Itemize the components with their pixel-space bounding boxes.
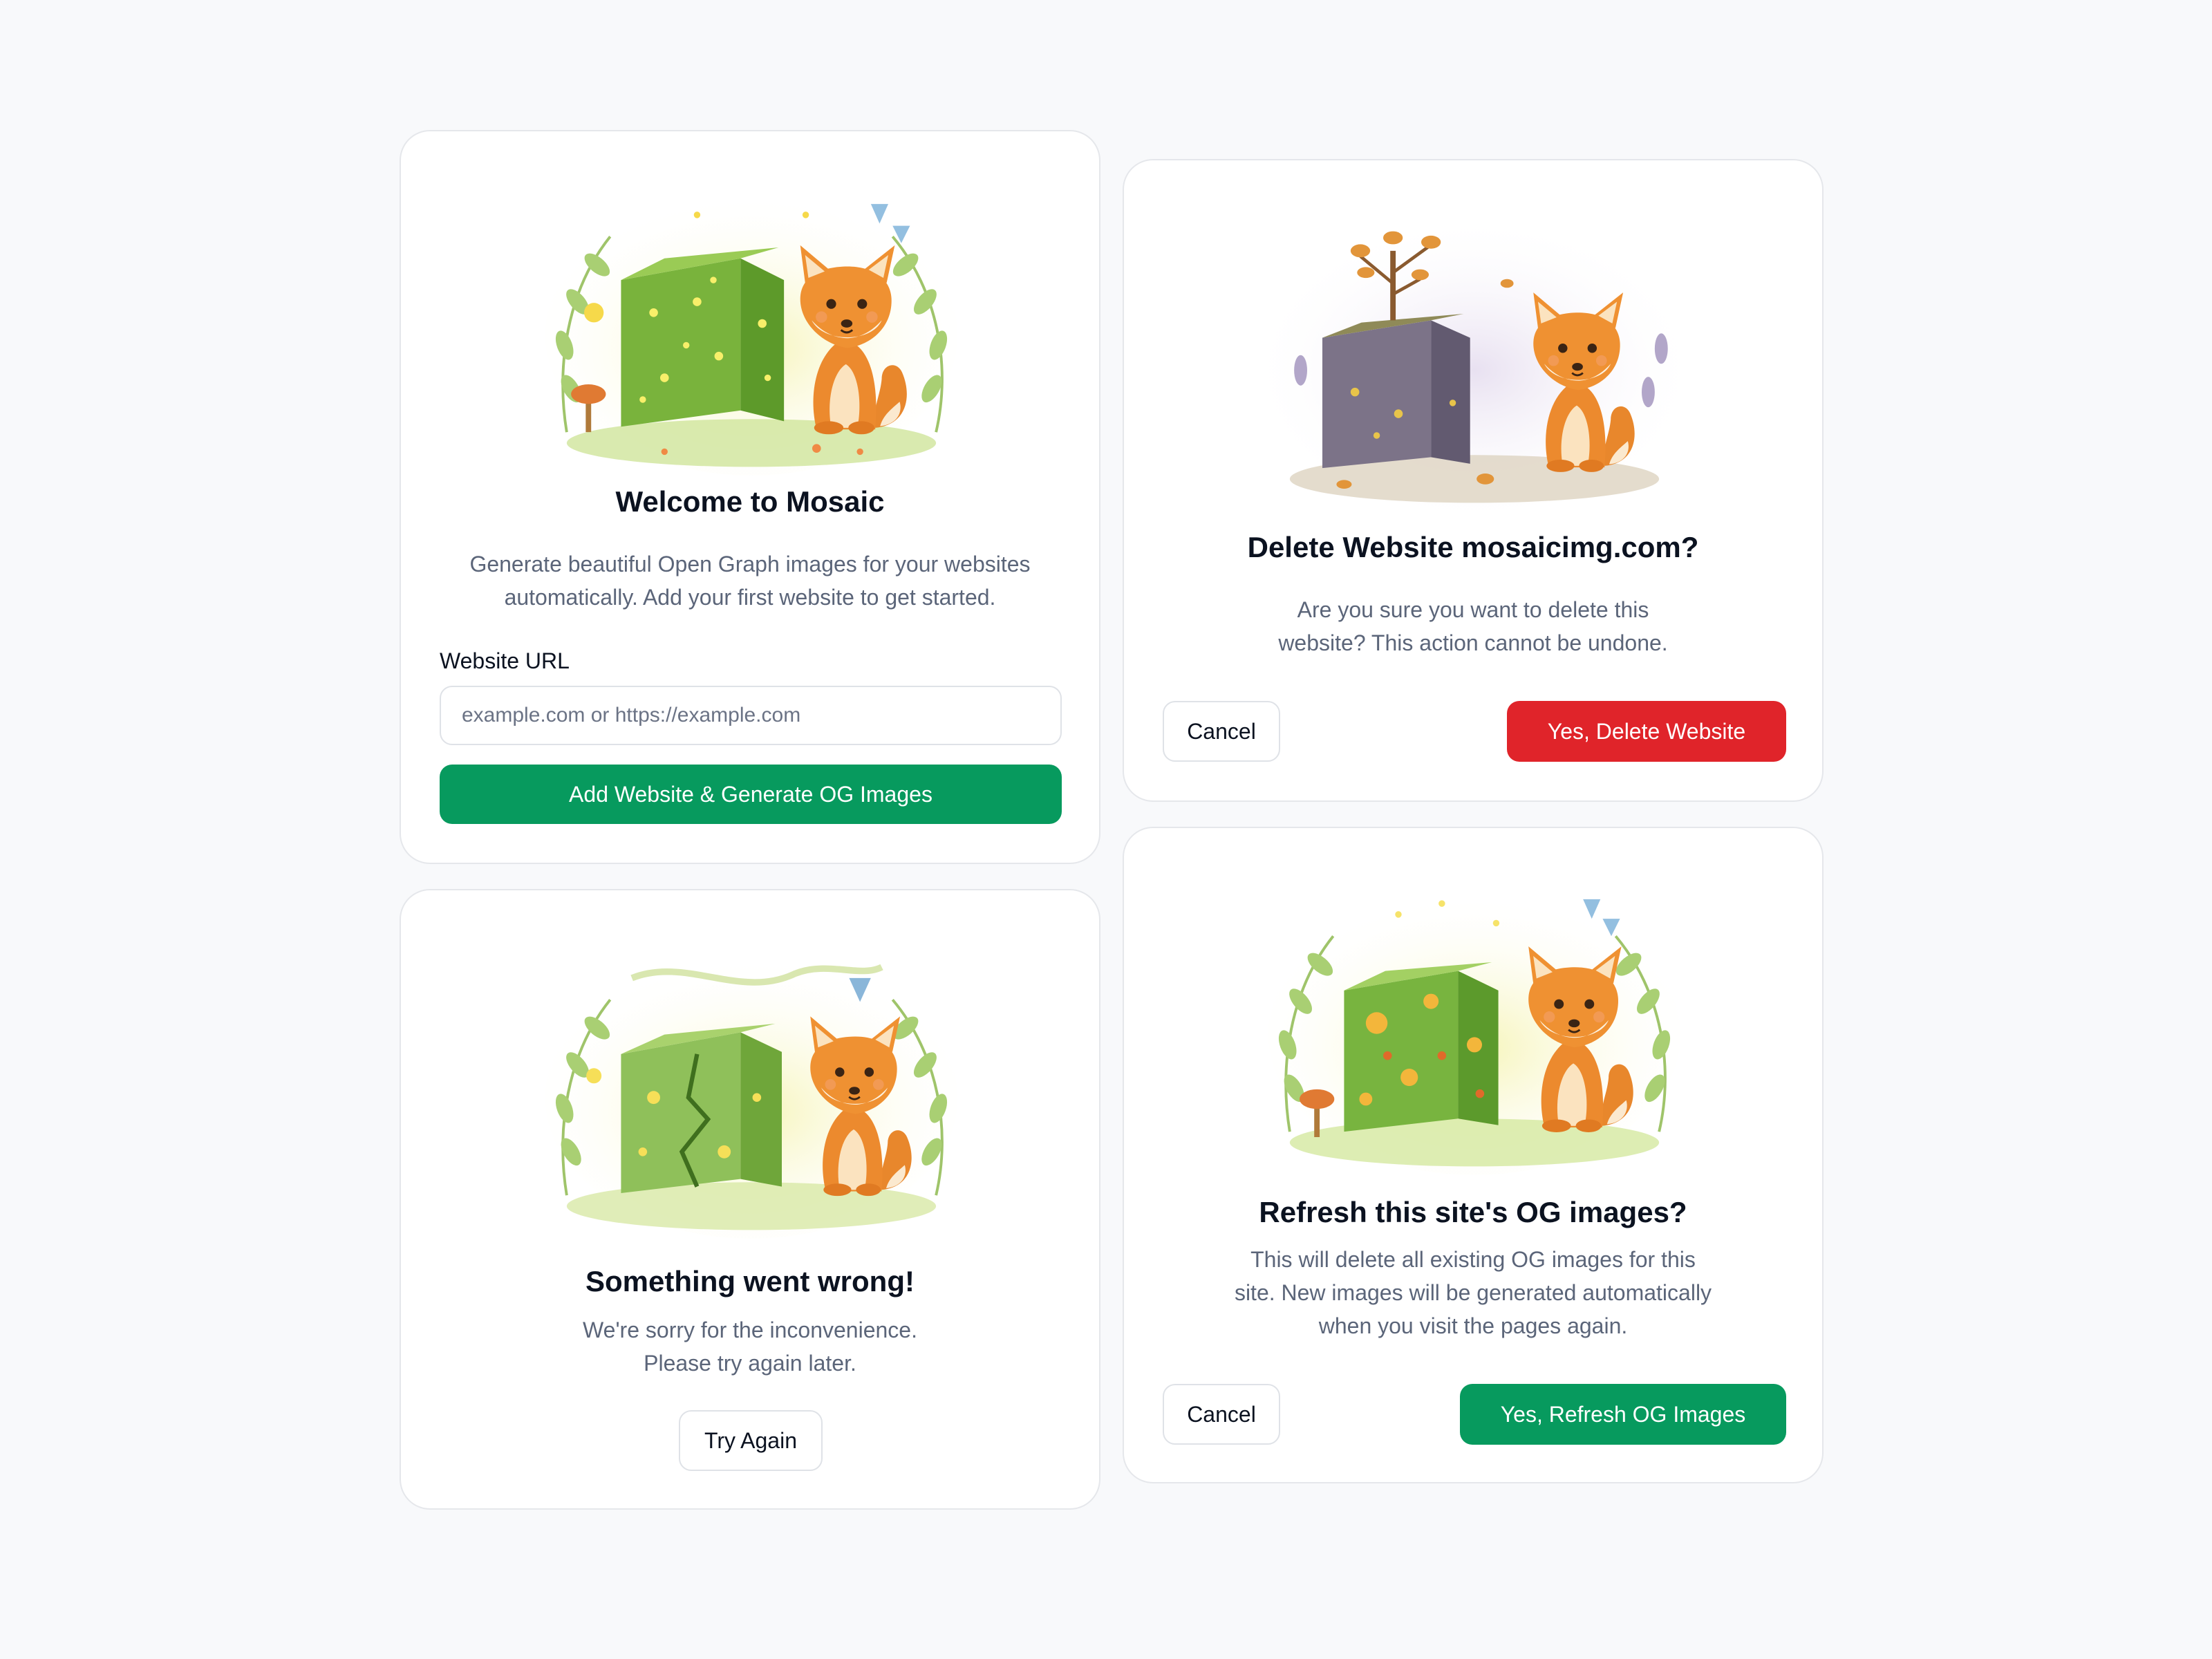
error-illustration [530,935,973,1239]
website-url-input[interactable] [440,686,1062,745]
delete-description-line2: website? This action cannot be undone. [1278,630,1668,655]
refresh-description-line1: This will delete all existing OG images … [1250,1247,1696,1272]
confirm-delete-button[interactable]: Yes, Delete Website [1507,701,1786,762]
error-card: Something went wrong! We're sorry for th… [400,889,1100,1510]
refresh-description-line2: site. New images will be generated autom… [1234,1280,1712,1305]
delete-description-line1: Are you sure you want to delete this [1297,597,1649,622]
cancel-delete-button[interactable]: Cancel [1163,701,1280,762]
refresh-illustration [1253,871,1696,1175]
try-again-button[interactable]: Try Again [679,1410,823,1471]
delete-illustration [1253,207,1696,512]
refresh-description-line3: when you visit the pages again. [1318,1313,1628,1338]
refresh-title: Refresh this site's OG images? [1259,1196,1687,1228]
error-description-line2: Please try again later. [644,1351,856,1376]
website-url-label: Website URL [440,648,570,673]
refresh-og-card: Refresh this site's OG images? This will… [1123,827,1824,1483]
error-title: Something went wrong! [585,1265,915,1297]
welcome-illustration [530,171,973,476]
add-website-button[interactable]: Add Website & Generate OG Images [440,765,1062,824]
delete-website-card: Delete Website mosaicimg.com? Are you su… [1123,159,1824,802]
welcome-title: Welcome to Mosaic [615,485,885,518]
error-description-line1: We're sorry for the inconvenience. [583,1318,917,1342]
cancel-refresh-button[interactable]: Cancel [1163,1384,1280,1445]
welcome-description: Generate beautiful Open Graph images for… [469,552,1031,610]
confirm-refresh-button[interactable]: Yes, Refresh OG Images [1460,1384,1786,1445]
delete-title: Delete Website mosaicimg.com? [1247,531,1699,563]
welcome-card: Welcome to Mosaic Generate beautiful Ope… [400,130,1100,864]
